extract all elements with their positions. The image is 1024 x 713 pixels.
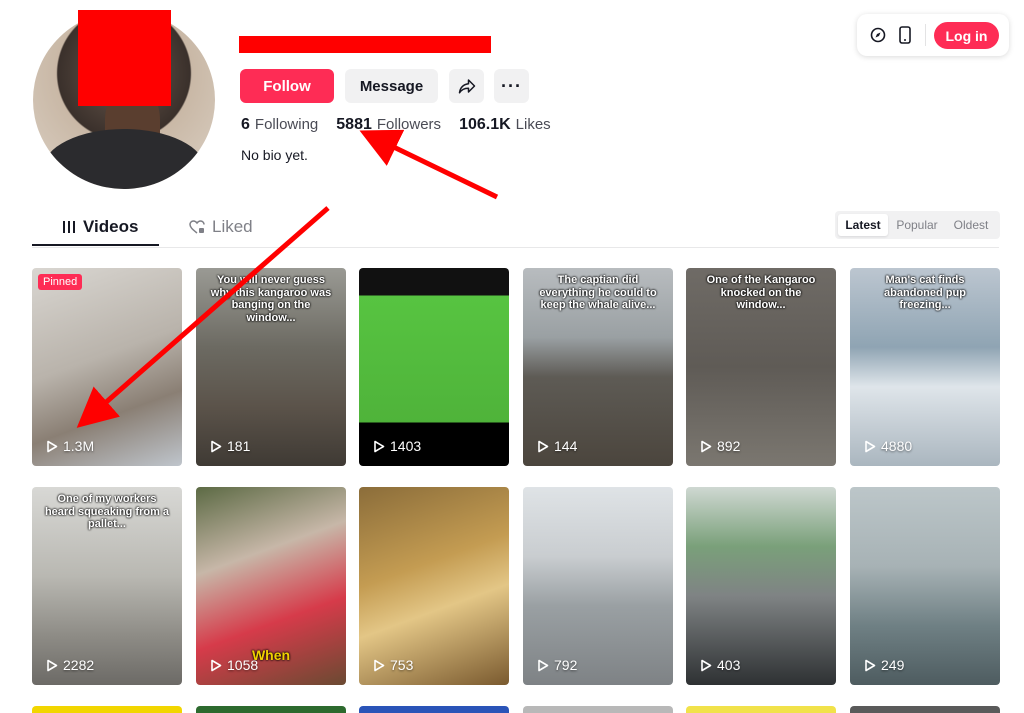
video-thumbnail[interactable]: One of my workers heard squeaking from a… xyxy=(32,487,182,685)
video-caption: You will never guess why this kangaroo w… xyxy=(210,274,332,324)
video-views: 1.3M xyxy=(46,438,94,454)
video-thumbnail-partial[interactable] xyxy=(686,706,836,713)
annotation-arrow-followers xyxy=(359,129,499,200)
video-caption: One of the Kangaroo knocked on the windo… xyxy=(706,274,816,312)
video-view-count: 753 xyxy=(390,657,414,673)
followers-stat[interactable]: 5881 Followers xyxy=(336,116,441,134)
redaction-box-face xyxy=(78,10,171,106)
video-views: 1403 xyxy=(373,438,421,454)
following-count: 6 xyxy=(241,116,250,133)
message-button[interactable]: Message xyxy=(345,69,438,103)
sort-oldest[interactable]: Oldest xyxy=(946,214,996,236)
video-thumbnail-partial[interactable] xyxy=(32,706,182,713)
likes-stat: 106.1K Likes xyxy=(459,116,551,134)
follow-button[interactable]: Follow xyxy=(240,69,334,103)
video-thumbnail[interactable]: Man's cat finds abandoned pup freezing..… xyxy=(850,268,1000,466)
video-view-count: 249 xyxy=(881,657,905,673)
play-icon xyxy=(701,440,712,452)
following-stat[interactable]: 6 Following xyxy=(241,116,318,134)
video-thumbnail[interactable]: The captian did everything he could to k… xyxy=(523,268,673,466)
video-views: 792 xyxy=(537,657,577,673)
video-view-count: 2282 xyxy=(63,657,95,673)
video-view-count: 144 xyxy=(554,438,578,454)
compass-icon[interactable] xyxy=(869,26,887,44)
followers-label: Followers xyxy=(376,116,442,133)
video-views: 2282 xyxy=(46,657,94,673)
play-icon xyxy=(47,440,58,452)
video-caption: The captian did everything he could to k… xyxy=(539,274,657,312)
play-icon xyxy=(47,659,58,671)
mobile-icon[interactable] xyxy=(896,26,914,44)
video-views: 892 xyxy=(700,438,740,454)
share-button[interactable] xyxy=(449,69,484,103)
play-icon xyxy=(374,440,385,452)
profile-bio: No bio yet. xyxy=(241,147,308,163)
video-view-count: 1058 xyxy=(227,657,259,673)
share-icon xyxy=(458,79,475,94)
video-view-count: 4880 xyxy=(881,438,913,454)
video-thumbnail-partial[interactable] xyxy=(850,706,1000,713)
likes-count: 106.1K xyxy=(459,116,511,133)
video-caption: Man's cat finds abandoned pup freezing..… xyxy=(884,274,966,312)
profile-stats: 6 Following 5881 Followers 106.1K Likes xyxy=(241,116,569,134)
video-thumbnail[interactable]: Pinned 1.3M xyxy=(32,268,182,466)
play-icon xyxy=(211,659,222,671)
video-thumbnail[interactable]: 753 xyxy=(359,487,509,685)
video-view-count: 1403 xyxy=(390,438,422,454)
video-caption: One of my workers heard squeaking from a… xyxy=(44,493,170,531)
sort-latest[interactable]: Latest xyxy=(838,214,888,236)
tab-videos-label: Videos xyxy=(83,217,139,236)
following-label: Following xyxy=(254,116,319,133)
avatar-shirt xyxy=(43,129,205,189)
video-thumbnail[interactable]: You will never guess why this kangaroo w… xyxy=(196,268,346,466)
video-thumbnail-partial[interactable] xyxy=(196,706,346,713)
play-icon xyxy=(538,440,549,452)
video-views: 181 xyxy=(210,438,250,454)
tab-liked-label: Liked xyxy=(212,217,253,236)
video-view-count: 403 xyxy=(717,657,741,673)
video-thumbnail[interactable]: 403 xyxy=(686,487,836,685)
video-thumbnail[interactable]: 249 xyxy=(850,487,1000,685)
video-thumbnail-partial[interactable] xyxy=(359,706,509,713)
video-thumbnail[interactable]: One of the Kangaroo knocked on the windo… xyxy=(686,268,836,466)
tab-liked[interactable]: Liked xyxy=(189,217,253,237)
video-view-count: 892 xyxy=(717,438,741,454)
tab-videos[interactable]: Videos xyxy=(62,217,138,237)
video-views: 403 xyxy=(700,657,740,673)
active-tab-underline xyxy=(32,244,159,246)
video-views: 144 xyxy=(537,438,577,454)
heart-lock-icon xyxy=(189,220,205,234)
login-button[interactable]: Log in xyxy=(934,22,999,49)
play-icon xyxy=(865,440,876,452)
video-view-count: 181 xyxy=(227,438,251,454)
video-thumbnail[interactable]: When 1058 xyxy=(196,487,346,685)
play-icon xyxy=(865,659,876,671)
pinned-badge: Pinned xyxy=(38,274,83,290)
video-views: 4880 xyxy=(864,438,912,454)
video-thumbnail[interactable]: 1403 xyxy=(359,268,509,466)
sort-popular[interactable]: Popular xyxy=(891,214,943,236)
video-thumbnail[interactable]: 792 xyxy=(523,487,673,685)
topbar-divider xyxy=(925,24,926,46)
likes-label: Likes xyxy=(515,116,551,133)
video-view-count: 1.3M xyxy=(63,438,95,454)
sort-segmented-control: Latest Popular Oldest xyxy=(835,211,1000,239)
play-icon xyxy=(538,659,549,671)
video-views: 249 xyxy=(864,657,904,673)
video-view-count: 792 xyxy=(554,657,578,673)
followers-count: 5881 xyxy=(336,116,372,133)
video-views: 1058 xyxy=(210,657,258,673)
video-thumbnail-partial[interactable] xyxy=(523,706,673,713)
video-views: 753 xyxy=(373,657,413,673)
play-icon xyxy=(701,659,712,671)
redaction-bar-username xyxy=(239,36,491,53)
play-icon xyxy=(211,440,222,452)
play-icon xyxy=(374,659,385,671)
more-options-button[interactable]: ··· xyxy=(494,69,529,103)
grid-icon xyxy=(63,221,75,233)
